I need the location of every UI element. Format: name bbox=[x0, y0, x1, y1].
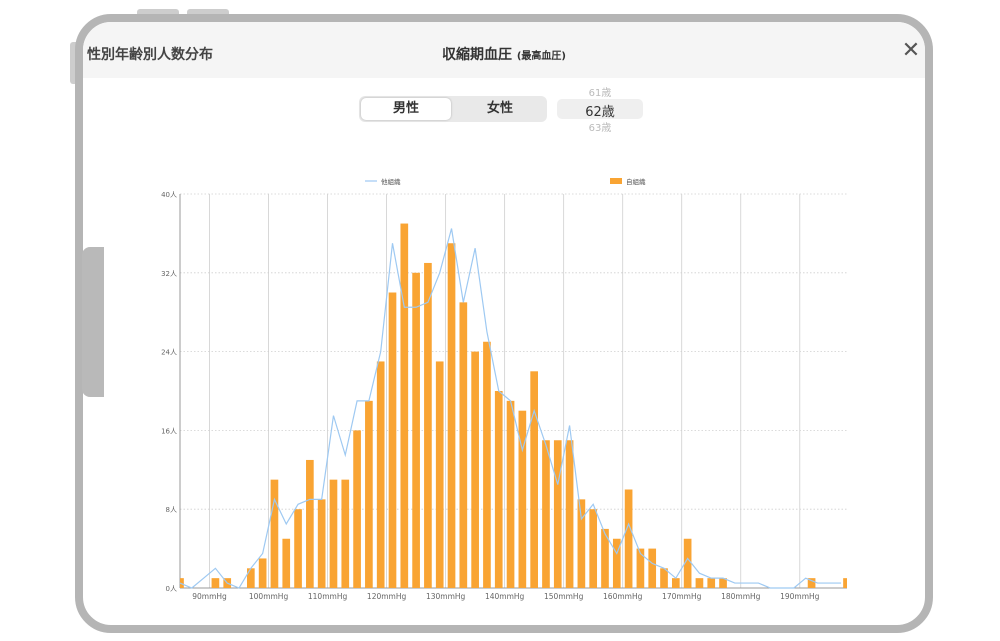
x-tick-label: 180mmHg bbox=[721, 592, 761, 601]
legend-line-label: 他組織 bbox=[381, 177, 401, 186]
bar bbox=[447, 243, 456, 588]
bar bbox=[471, 351, 479, 588]
bar bbox=[577, 499, 586, 588]
bar bbox=[459, 302, 468, 588]
bar bbox=[388, 292, 397, 588]
bar bbox=[365, 400, 373, 588]
x-tick-label: 100mmHg bbox=[249, 592, 289, 601]
legend-bar-label: 自組織 bbox=[626, 177, 646, 186]
tablet-frame: 性別年齢別人数分布 収縮期血圧 (最高血圧) ✕ 男性 女性 61歳 62歳 6… bbox=[75, 14, 933, 633]
x-tick-label: 150mmHg bbox=[544, 592, 584, 601]
bar bbox=[648, 548, 657, 588]
bar bbox=[341, 479, 350, 588]
bar bbox=[565, 440, 574, 588]
bar bbox=[282, 538, 291, 588]
y-tick-label: 16人 bbox=[161, 427, 177, 435]
bar bbox=[636, 548, 645, 588]
bar bbox=[589, 509, 598, 588]
x-tick-label: 120mmHg bbox=[367, 592, 407, 601]
bar bbox=[329, 479, 338, 588]
device-side-handle bbox=[82, 247, 104, 397]
bar bbox=[246, 568, 255, 588]
bar bbox=[530, 371, 538, 588]
bar bbox=[553, 440, 562, 588]
x-tick-label: 140mmHg bbox=[485, 592, 525, 601]
x-tick-label: 90mmHg bbox=[192, 592, 227, 601]
bar bbox=[695, 578, 704, 588]
y-tick-label: 24人 bbox=[161, 349, 177, 357]
x-tick-label: 170mmHg bbox=[662, 592, 702, 601]
x-tick-label: 130mmHg bbox=[426, 592, 466, 601]
bar bbox=[494, 391, 503, 588]
bar bbox=[258, 558, 267, 588]
bar bbox=[211, 578, 220, 588]
histogram-chart: 0人 8人 16人 24人 32人 40人 90mmHg 100mmHg 110mmHg 120m… bbox=[161, 177, 847, 601]
bar bbox=[506, 400, 515, 588]
bar bbox=[843, 578, 847, 588]
bar bbox=[435, 361, 444, 588]
bar bbox=[412, 272, 420, 588]
bar bbox=[306, 459, 314, 588]
y-tick-label: 8人 bbox=[166, 506, 177, 514]
legend-bar-swatch bbox=[610, 178, 622, 184]
bar bbox=[317, 499, 326, 588]
bar bbox=[376, 361, 385, 588]
bar bbox=[400, 223, 409, 589]
bar bbox=[624, 489, 633, 588]
bar bbox=[424, 262, 432, 588]
bar bbox=[294, 509, 302, 588]
bar bbox=[483, 341, 491, 588]
x-tick-label: 160mmHg bbox=[603, 592, 643, 601]
bar bbox=[270, 479, 279, 588]
bar bbox=[353, 430, 361, 588]
x-tick-label: 110mmHg bbox=[308, 592, 348, 601]
y-tick-label: 40人 bbox=[161, 191, 177, 199]
x-tick-label: 190mmHg bbox=[780, 592, 820, 601]
bar bbox=[707, 578, 716, 588]
y-tick-label: 0人 bbox=[166, 585, 177, 593]
bar bbox=[542, 440, 550, 588]
bar bbox=[671, 578, 680, 588]
y-tick-label: 32人 bbox=[161, 270, 177, 278]
